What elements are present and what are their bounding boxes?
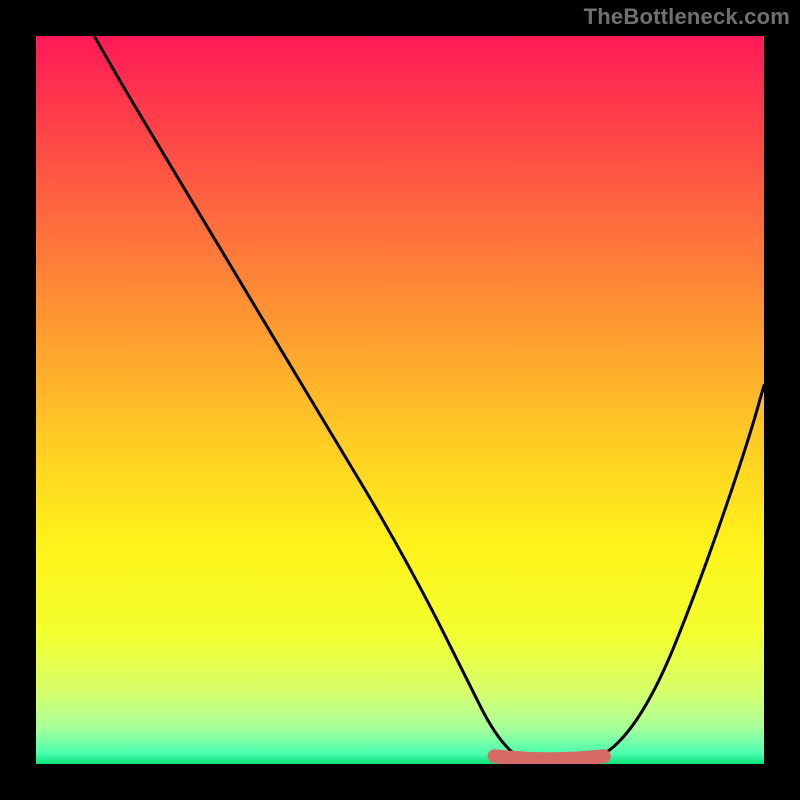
plot-area bbox=[36, 36, 764, 764]
flat-minimum-marker bbox=[495, 756, 604, 759]
gradient-panel bbox=[36, 36, 764, 764]
chart-container: TheBottleneck.com bbox=[0, 0, 800, 800]
plot-svg bbox=[36, 36, 764, 764]
watermark-text: TheBottleneck.com bbox=[584, 4, 790, 30]
